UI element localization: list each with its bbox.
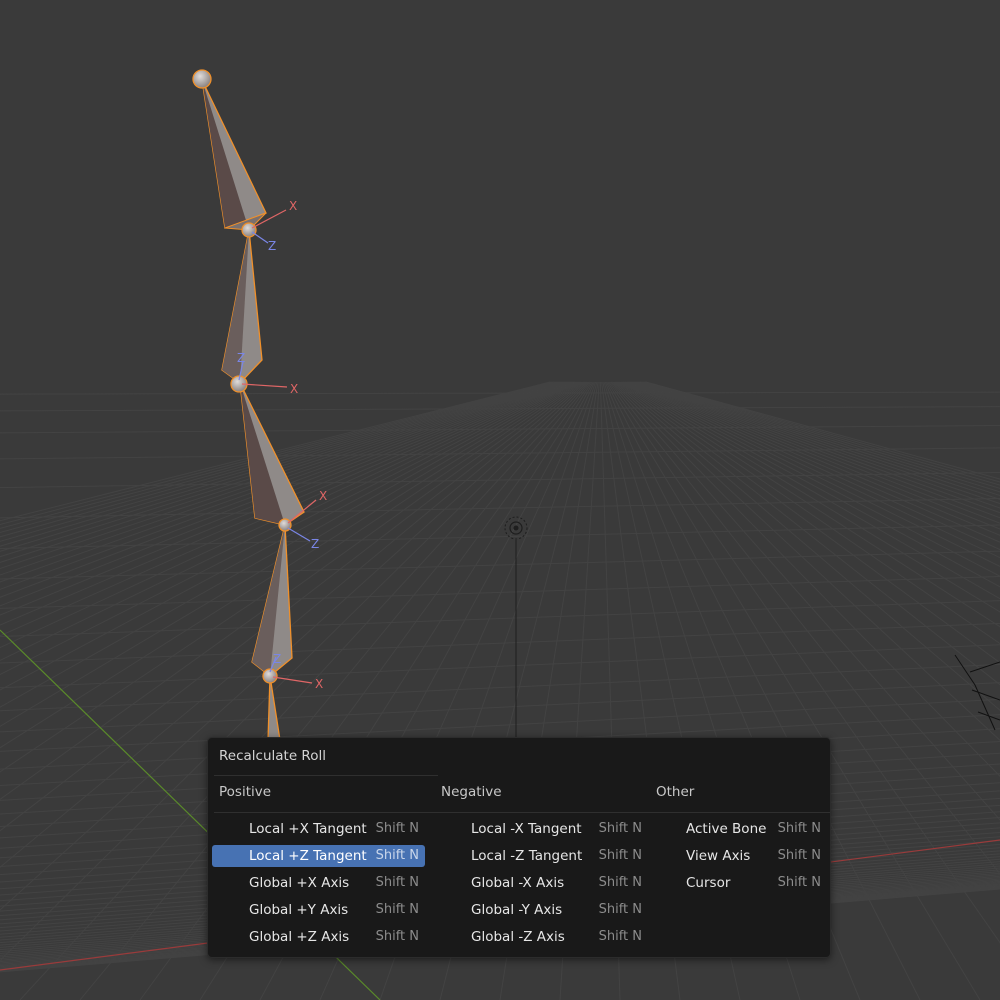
- menu-title: Recalculate Roll: [219, 748, 326, 764]
- menu-item-global-minus-z-axis[interactable]: Global -Z Axis Shift N: [434, 926, 648, 948]
- menu-item-shortcut: Shift N: [777, 875, 821, 890]
- menu-item-label: Global -X Axis: [471, 875, 565, 891]
- menu-item-view-axis[interactable]: View Axis Shift N: [649, 845, 827, 867]
- grid-line: [0, 575, 1000, 609]
- menu-item-active-bone[interactable]: Active Bone Shift N: [649, 818, 827, 840]
- menu-item-label: Local +Z Tangent: [249, 848, 367, 864]
- grid-line: [0, 644, 1000, 689]
- grid-line: [0, 472, 1000, 489]
- menu-item-label: Active Bone: [686, 821, 767, 837]
- menu-item-shortcut: Shift N: [375, 875, 419, 890]
- column-heading-other: Other: [656, 784, 695, 800]
- menu-item-label: Local -Z Tangent: [471, 848, 583, 864]
- bone-3[interactable]: [239, 382, 305, 526]
- axis-label-z: Z: [268, 239, 276, 253]
- axis-label-z: Z: [237, 351, 245, 365]
- menu-divider: [214, 812, 830, 813]
- grid-line: [0, 425, 1000, 434]
- menu-item-label: View Axis: [686, 848, 751, 864]
- grid-line: [0, 391, 1000, 395]
- axis-label-z: Z: [273, 652, 281, 666]
- grid-line: [0, 498, 1000, 519]
- bone-5[interactable]: [267, 675, 281, 741]
- axis-label-x: X: [315, 677, 323, 691]
- menu-item-shortcut: Shift N: [598, 875, 642, 890]
- negative-column: Local -X Tangent Shift N Local -Z Tangen…: [434, 818, 648, 953]
- menu-divider: [214, 775, 438, 776]
- menu-item-local-minus-z-tangent[interactable]: Local -Z Tangent Shift N: [434, 845, 648, 867]
- menu-item-shortcut: Shift N: [598, 821, 642, 836]
- menu-item-global-plus-z-axis[interactable]: Global +Z Axis Shift N: [212, 926, 425, 948]
- bone-joint[interactable]: [192, 69, 212, 89]
- menu-item-label: Global -Z Axis: [471, 929, 565, 945]
- column-heading-negative: Negative: [441, 784, 502, 800]
- menu-item-global-plus-x-axis[interactable]: Global +X Axis Shift N: [212, 872, 425, 894]
- menu-item-shortcut: Shift N: [375, 821, 419, 836]
- menu-item-label: Local +X Tangent: [249, 821, 367, 837]
- menu-item-local-plus-z-tangent[interactable]: Local +Z Tangent Shift N: [212, 845, 425, 867]
- axis-label-x: X: [290, 382, 298, 396]
- menu-item-shortcut: Shift N: [777, 821, 821, 836]
- menu-item-shortcut: Shift N: [375, 902, 419, 917]
- axis-label-x: X: [289, 199, 297, 213]
- menu-item-shortcut: Shift N: [777, 848, 821, 863]
- axis-label-z: Z: [311, 537, 319, 551]
- menu-item-global-plus-y-axis[interactable]: Global +Y Axis Shift N: [212, 899, 425, 921]
- menu-item-shortcut: Shift N: [375, 848, 419, 863]
- other-column: Active Bone Shift N View Axis Shift N Cu…: [649, 818, 827, 899]
- menu-item-cursor[interactable]: Cursor Shift N: [649, 872, 827, 894]
- menu-item-label: Local -X Tangent: [471, 821, 582, 837]
- menu-item-global-minus-y-axis[interactable]: Global -Y Axis Shift N: [434, 899, 648, 921]
- menu-item-shortcut: Shift N: [598, 929, 642, 944]
- menu-item-shortcut: Shift N: [598, 848, 642, 863]
- menu-item-label: Global +X Axis: [249, 875, 350, 891]
- positive-column: Local +X Tangent Shift N Local +Z Tangen…: [212, 818, 425, 953]
- menu-item-label: Global -Y Axis: [471, 902, 563, 918]
- grid-line: [0, 600, 1000, 638]
- menu-item-label: Cursor: [686, 875, 731, 891]
- recalculate-roll-menu: Recalculate Roll Positive Negative Other…: [207, 737, 831, 958]
- menu-item-local-minus-x-tangent[interactable]: Local -X Tangent Shift N: [434, 818, 648, 840]
- bone-1[interactable]: [201, 79, 267, 231]
- menu-item-local-plus-x-tangent[interactable]: Local +X Tangent Shift N: [212, 818, 425, 840]
- menu-item-global-minus-x-axis[interactable]: Global -X Axis Shift N: [434, 872, 648, 894]
- column-heading-positive: Positive: [219, 784, 272, 800]
- menu-item-label: Global +Y Axis: [249, 902, 349, 918]
- axis-label-x: X: [319, 489, 327, 503]
- menu-item-shortcut: Shift N: [375, 929, 419, 944]
- bone-joint[interactable]: [241, 222, 257, 238]
- menu-item-label: Global +Z Axis: [249, 929, 350, 945]
- menu-item-shortcut: Shift N: [598, 902, 642, 917]
